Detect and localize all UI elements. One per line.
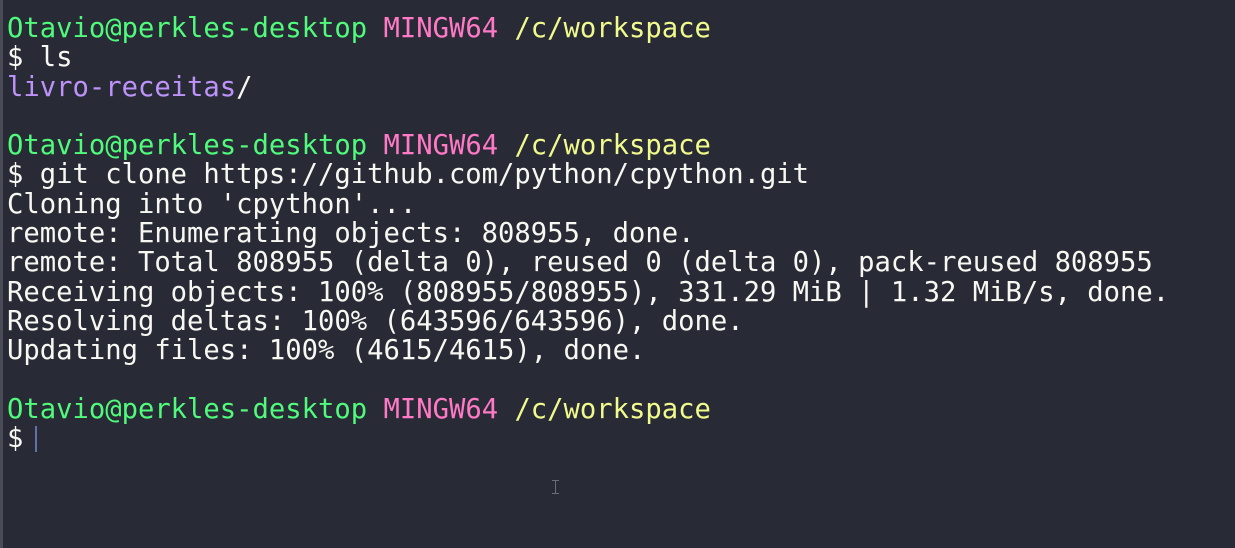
terminal-output: Otavio@perkles-desktop MINGW64 /c/worksp… xyxy=(7,14,1232,453)
output-total: remote: Total 808955 (delta 0), reused 0… xyxy=(7,247,1153,279)
command-ls: $ ls xyxy=(7,42,73,74)
prompt-env: MINGW64 xyxy=(383,13,499,44)
prompt-line-3: Otavio@perkles-desktop MINGW64 /c/worksp… xyxy=(7,395,1232,424)
directory-entry: livro-receitas xyxy=(7,71,237,103)
command-git-clone: $ git clone https://github.com/python/cp… xyxy=(7,159,810,191)
prompt-user-host: Otavio@perkles-desktop xyxy=(7,130,368,162)
output-resolving: Resolving deltas: 100% (643596/643596), … xyxy=(7,305,744,337)
output-receiving: Receiving objects: 100% (808955/808955),… xyxy=(7,276,1170,308)
prompt-user-host: Otavio@perkles-desktop xyxy=(7,393,368,425)
prompt-cwd: /c/workspace xyxy=(514,13,711,44)
ibeam-cursor-icon xyxy=(551,480,560,494)
prompt-env: MINGW64 xyxy=(383,130,499,162)
text-cursor xyxy=(35,426,38,453)
output-enumerating: remote: Enumerating objects: 808955, don… xyxy=(7,218,695,250)
directory-slash: / xyxy=(236,71,253,103)
ls-output: livro-receitas/ xyxy=(7,71,1232,103)
input-line[interactable]: $ xyxy=(7,424,1232,453)
prompt-line-1: Otavio@perkles-desktop MINGW64 /c/worksp… xyxy=(7,14,1232,43)
prompt-env: MINGW64 xyxy=(383,393,499,425)
prompt-cwd: /c/workspace xyxy=(514,393,711,425)
output-updating: Updating files: 100% (4615/4615), done. xyxy=(7,335,646,367)
prompt-user-host: Otavio@perkles-desktop xyxy=(7,13,368,44)
prompt-cwd: /c/workspace xyxy=(514,130,711,162)
output-cloning: Cloning into 'cpython'... xyxy=(7,188,417,220)
prompt-symbol: $ xyxy=(7,423,24,455)
prompt-line-2: Otavio@perkles-desktop MINGW64 /c/worksp… xyxy=(7,131,1232,160)
terminal-window[interactable]: Otavio@perkles-desktop MINGW64 /c/worksp… xyxy=(0,0,1235,548)
